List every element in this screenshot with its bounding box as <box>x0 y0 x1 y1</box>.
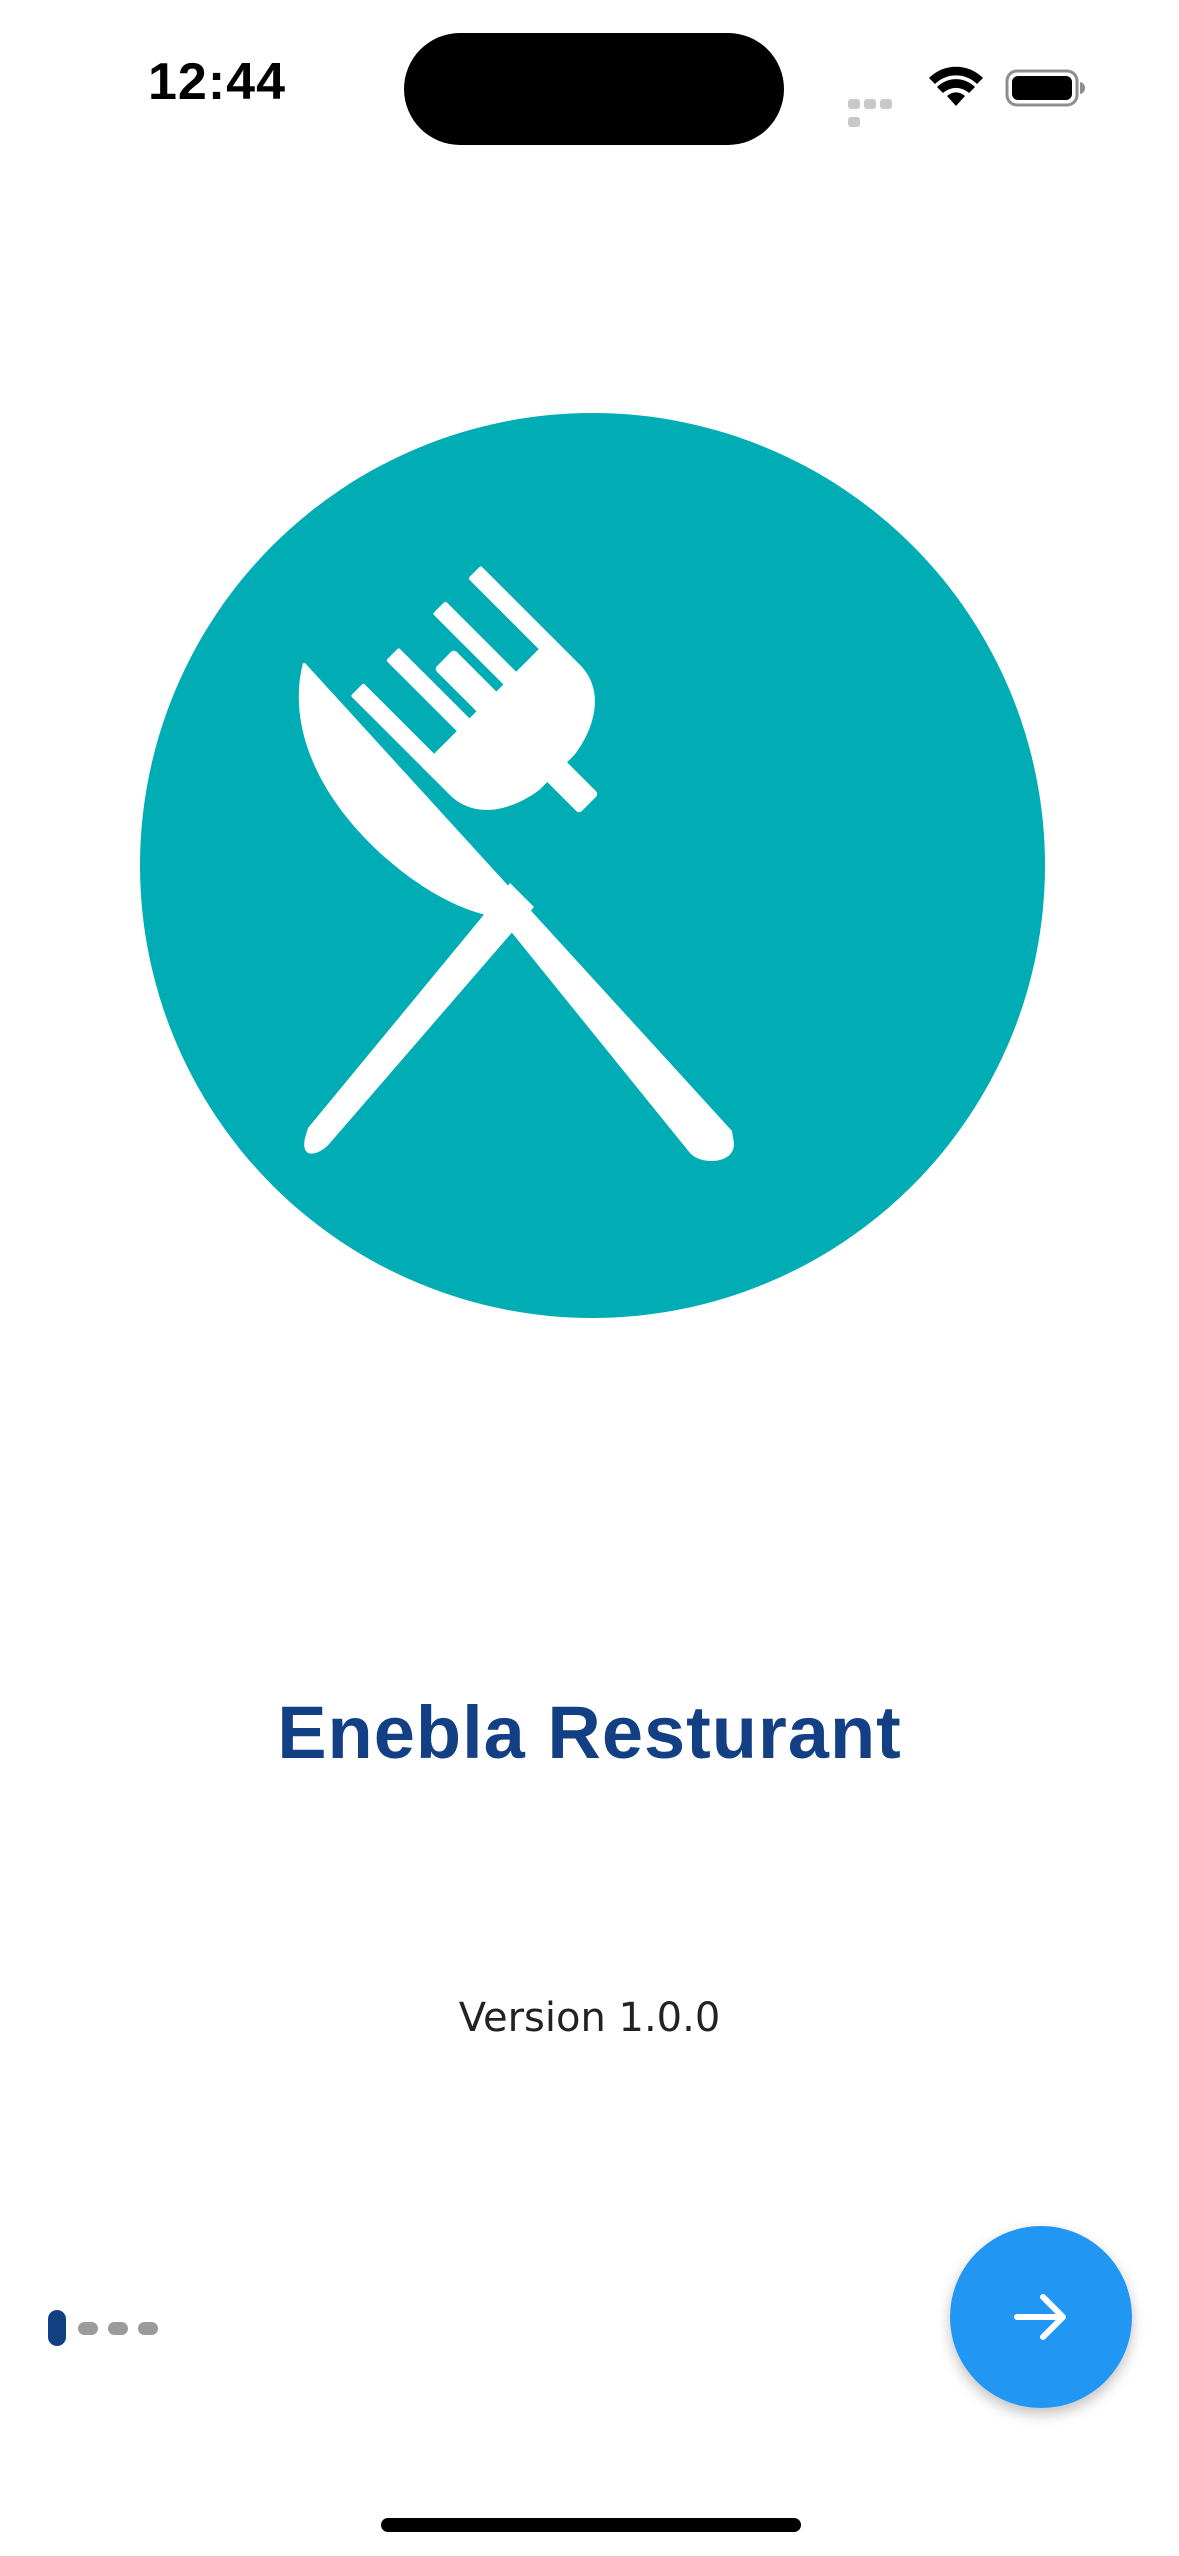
dynamic-island <box>404 33 784 145</box>
arrow-right-icon <box>1014 2294 1066 2340</box>
fork-and-knife-icon <box>298 566 735 1162</box>
next-button[interactable] <box>950 2226 1132 2408</box>
status-bar: 12:44 <box>0 0 1179 170</box>
battery-icon <box>1005 69 1085 107</box>
page-dot[interactable] <box>138 2322 158 2335</box>
page-dot[interactable] <box>108 2322 128 2335</box>
app-logo <box>140 413 1045 1318</box>
app-version: Version 1.0.0 <box>458 1995 721 2041</box>
status-time: 12:44 <box>148 53 286 111</box>
home-indicator[interactable] <box>381 2518 801 2532</box>
page-dot[interactable] <box>78 2322 98 2335</box>
wifi-icon <box>929 66 983 106</box>
page-dot-active[interactable] <box>48 2310 66 2346</box>
app-title: Enebla Resturant <box>277 1691 902 1774</box>
cellular-signal-icon <box>848 96 910 127</box>
